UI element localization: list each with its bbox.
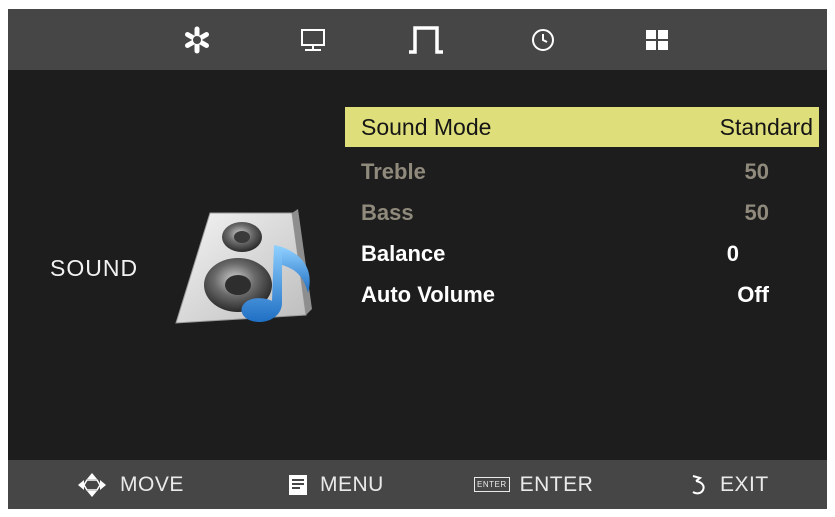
menu-item-value: 50 <box>744 159 769 184</box>
hint-enter-label: ENTER <box>519 472 594 496</box>
return-icon <box>692 474 705 494</box>
speaker-music-icon <box>175 209 312 324</box>
menu-item-value: 0 <box>726 241 739 266</box>
monitor-icon <box>301 28 325 51</box>
menu-item-bass: Bass 50 <box>345 193 819 233</box>
tab-picture[interactable] <box>174 9 220 70</box>
category-tab-bar <box>8 9 827 70</box>
menu-item-auto-volume[interactable]: Auto Volume Off <box>345 275 819 315</box>
menu-item-label: Bass <box>361 200 414 225</box>
hint-move-label: MOVE <box>120 472 184 496</box>
clock-icon <box>532 28 554 51</box>
menu-item-sound-mode[interactable]: Sound Mode Standard <box>345 107 819 147</box>
move-arrows-icon <box>78 472 106 497</box>
menu-item-treble: Treble 50 <box>345 152 819 192</box>
hint-exit: EXIT <box>690 460 769 509</box>
osd-menu: SOUND Sound Mode Standard Treble 50 Bass… <box>8 9 827 509</box>
hint-move: MOVE <box>76 460 184 509</box>
hint-exit-label: EXIT <box>720 472 769 496</box>
music-note-icon <box>409 25 443 54</box>
menu-item-balance[interactable]: Balance 0 <box>345 234 819 274</box>
menu-item-value: Off <box>737 282 769 307</box>
asterisk-icon <box>185 26 209 53</box>
tab-screen[interactable] <box>290 9 336 70</box>
tab-sound[interactable] <box>402 9 448 70</box>
navigation-hint-bar: MOVE MENU ENTER ENTER EXIT <box>8 460 827 509</box>
hint-menu-label: MENU <box>320 472 384 496</box>
menu-item-value: Standard <box>719 113 813 140</box>
grid-icon <box>646 29 668 50</box>
menu-item-value: 50 <box>744 200 769 225</box>
menu-item-label: Balance <box>361 241 446 266</box>
menu-item-label: Auto Volume <box>361 282 496 307</box>
tab-option[interactable] <box>634 9 680 70</box>
menu-icon <box>289 474 307 495</box>
menu-item-label: Sound Mode <box>361 113 492 140</box>
hint-enter: ENTER ENTER <box>474 460 593 509</box>
menu-item-label: Treble <box>361 159 426 184</box>
hint-menu: MENU <box>288 460 384 509</box>
section-title: SOUND <box>50 255 139 281</box>
tab-time[interactable] <box>520 9 566 70</box>
enter-key-icon: ENTER <box>474 477 510 492</box>
